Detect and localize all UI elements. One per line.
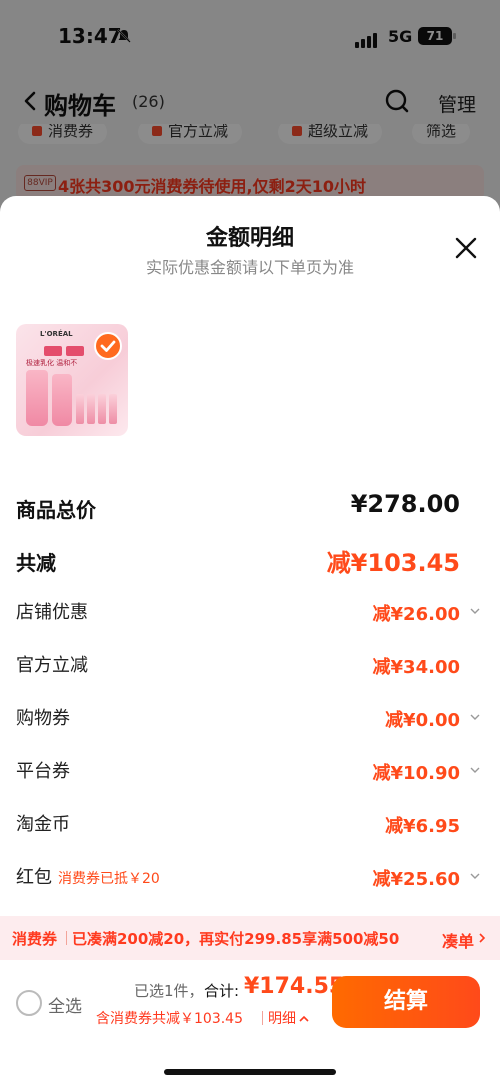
row-label: 商品总价 <box>16 498 96 522</box>
checkout-footer: 全选 已选1件， 合计: ¥174.55 含消费券共减￥103.45 明细 结算 <box>0 960 500 1050</box>
row-label: 淘金币 <box>16 814 70 835</box>
product-mini <box>109 394 117 424</box>
shopping-coupon-value: 减¥0.00 <box>385 710 460 731</box>
coupon-promo-bar[interactable]: 消费券 已凑满200减20，再实付299.85享满500减50 凑单 <box>0 916 500 960</box>
chevron-down-icon <box>470 608 480 614</box>
product-caption: 极速乳化 温和不 <box>26 359 78 367</box>
home-indicator <box>164 1069 336 1075</box>
thumb-tag <box>44 346 62 356</box>
add-items-button[interactable]: 凑单 <box>442 928 474 952</box>
amount-detail-sheet: 金额明细 实际优惠金额请以下单页为准 L'ORÉAL 极速乳化 温和不 商品总价… <box>0 196 500 1085</box>
row-label: 店铺优惠 <box>16 602 88 623</box>
row-label: 平台券 <box>16 761 70 782</box>
thumb-tag <box>66 346 84 356</box>
product-mini <box>87 394 95 424</box>
footer-total-price: ¥174.55 <box>244 974 345 999</box>
chevron-down-icon <box>470 767 480 773</box>
select-all-radio[interactable] <box>16 990 42 1016</box>
product-mini <box>76 394 84 424</box>
sheet-subtitle: 实际优惠金额请以下单页为准 <box>145 258 354 277</box>
sheet-title: 金额明细 <box>205 226 294 251</box>
product-bottle <box>52 374 72 426</box>
checkout-button[interactable]: 结算 <box>332 976 480 1028</box>
red-packet-label: 红包 <box>16 867 52 888</box>
total-price-value: ¥278.00 <box>350 490 460 518</box>
row-red-packet[interactable]: 红包 消费券已抵￥20 减¥25.60 <box>0 859 500 899</box>
detail-label: 明细 <box>268 1011 296 1027</box>
red-packet-value: 减¥25.60 <box>372 869 460 890</box>
saving-value: 减¥103.45 <box>326 549 460 577</box>
discount-note: 含消费券共减￥103.45 <box>96 1011 243 1027</box>
product-mini <box>98 394 106 424</box>
row-label: 官方立减 <box>16 655 88 676</box>
row-label: 购物券 <box>16 708 70 729</box>
total-label: 合计: <box>204 982 240 1000</box>
row-label: 红包 消费券已抵￥20 <box>16 863 160 889</box>
row-store-discount[interactable]: 店铺优惠 减¥26.00 <box>0 594 500 634</box>
row-platform-coupon[interactable]: 平台券 减¥10.90 <box>0 753 500 793</box>
row-shopping-coupon[interactable]: 购物券 减¥0.00 <box>0 700 500 740</box>
red-packet-sub: 消费券已抵￥20 <box>58 871 160 887</box>
select-all-label[interactable]: 全选 <box>48 992 82 1017</box>
detail-toggle[interactable]: 明细 <box>268 1008 310 1028</box>
check-icon <box>94 332 122 360</box>
row-official-discount: 官方立减 减¥34.00 <box>0 647 500 687</box>
chevron-up-icon <box>299 1015 309 1022</box>
official-discount-value: 减¥34.00 <box>372 657 460 678</box>
store-discount-value: 减¥26.00 <box>372 604 460 625</box>
row-taojinbi: 淘金币 减¥6.95 <box>0 806 500 846</box>
row-saving: 共减 减¥103.45 <box>0 541 500 581</box>
detail-divider <box>262 1011 263 1025</box>
selected-count: 已选1件， <box>134 982 204 1000</box>
product-brand: L'ORÉAL <box>40 330 73 338</box>
promo-label: 消费券 <box>12 930 58 948</box>
chevron-down-icon <box>470 714 480 720</box>
chevron-down-icon <box>470 873 480 879</box>
row-total: 商品总价 ¥278.00 <box>0 488 500 528</box>
product-bottle <box>26 370 48 426</box>
row-label: 共减 <box>16 551 56 575</box>
close-icon[interactable] <box>454 236 478 260</box>
chevron-right-icon <box>479 933 486 943</box>
promo-text: 已凑满200减20，再实付299.85享满500减50 <box>72 930 400 948</box>
taojinbi-value: 减¥6.95 <box>385 816 460 837</box>
promo-divider <box>66 931 67 945</box>
platform-coupon-value: 减¥10.90 <box>372 763 460 784</box>
